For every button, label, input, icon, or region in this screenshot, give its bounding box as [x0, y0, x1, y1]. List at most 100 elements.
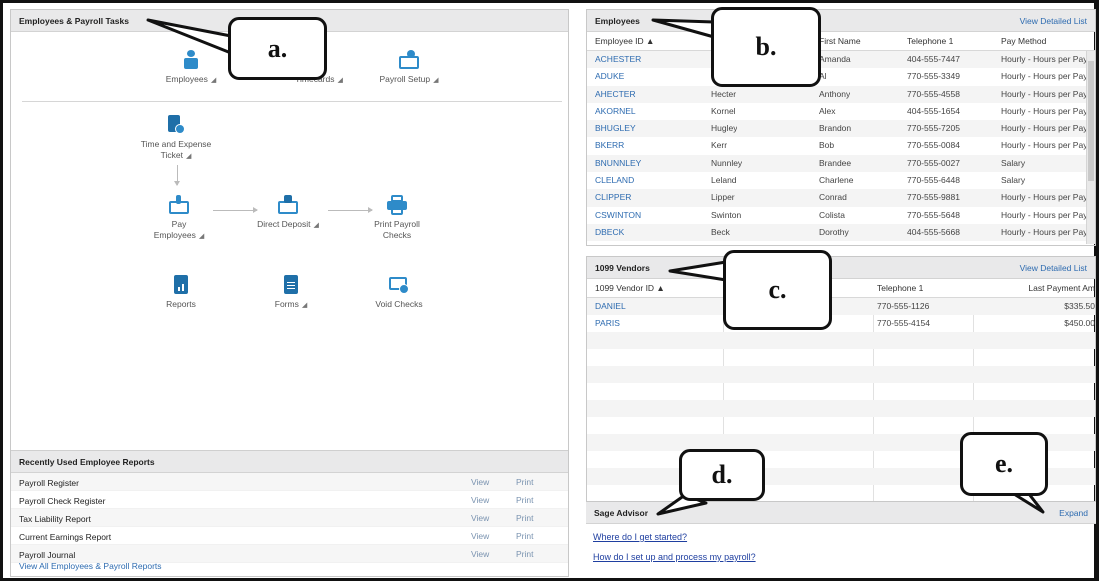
table-cell: 770-555-1126 — [877, 301, 930, 311]
report-name[interactable]: Current Earnings Report — [19, 532, 111, 542]
table-cell: 404-555-5668 — [907, 226, 960, 237]
employees-column-header[interactable]: Telephone 1 — [907, 36, 953, 46]
table-row[interactable]: AKORNEL Kornel Alex 404-555-1654 Hourly - Ho… — [587, 103, 1095, 120]
task-reports[interactable]: Reports — [151, 275, 211, 310]
employee-id-link[interactable]: CLELAND — [595, 175, 634, 185]
caret-icon: ◢ — [198, 233, 205, 240]
table-cell: Lipper — [711, 192, 735, 203]
report-name[interactable]: Payroll Journal — [19, 550, 75, 560]
report-print-link[interactable]: Print — [516, 513, 533, 523]
sage-link-get-started[interactable]: Where do I get started? — [593, 532, 1096, 542]
table-cell: 770-555-9881 — [907, 192, 960, 203]
recent-reports-panel: Recently Used Employee Reports Payroll R… — [11, 450, 568, 577]
report-view-link[interactable]: View — [471, 531, 489, 541]
table-cell: Kerr — [711, 140, 728, 151]
task-employees[interactable]: Employees ◢ — [156, 50, 226, 86]
empty-row — [587, 349, 1095, 366]
vendor-id-link[interactable]: PARIS — [595, 318, 620, 328]
vendors-view-detailed-link[interactable]: View Detailed List — [1020, 263, 1087, 273]
empty-row — [587, 400, 1095, 417]
employees-column-header[interactable]: Pay Method — [1001, 36, 1046, 46]
report-print-link[interactable]: Print — [516, 495, 533, 505]
report-name[interactable]: Tax Liability Report — [19, 514, 91, 524]
table-row[interactable]: PARIS 770-555-4154 $450.00 — [587, 315, 1095, 332]
report-row[interactable]: Tax Liability Report View Print — [11, 509, 568, 527]
task-pay-employees[interactable]: Pay Employees ◢ — [148, 195, 210, 242]
report-row[interactable]: Payroll Register View Print — [11, 473, 568, 491]
report-row[interactable]: Current Earnings Report View Print — [11, 527, 568, 545]
void-check-icon — [389, 275, 409, 295]
sage-advisor-header: Sage Advisor Expand — [586, 502, 1096, 524]
callout-d: d. — [679, 449, 765, 501]
employee-id-link[interactable]: BNUNNLEY — [595, 158, 641, 168]
table-cell: Hourly - Hours per Pay Pe — [1001, 105, 1087, 116]
task-direct-deposit[interactable]: Direct Deposit ◢ — [251, 195, 325, 231]
sage-expand-link[interactable]: Expand — [1059, 508, 1088, 518]
table-row[interactable]: DANIEL 770-555-1126 $335.50 — [587, 298, 1095, 315]
employees-scrollbar[interactable] — [1086, 51, 1095, 244]
table-row[interactable]: CLELAND Leland Charlene 770-555-6448 Salary — [587, 172, 1095, 189]
table-cell: Nunnley — [711, 157, 743, 168]
table-row[interactable]: ADUKEDukeAl770-555-3349Hourly - Hours pe… — [587, 68, 1095, 85]
table-cell: Amanda — [819, 54, 851, 64]
callout-e: e. — [960, 432, 1048, 496]
employee-id-link[interactable]: BHUGLEY — [595, 123, 636, 133]
table-row[interactable]: CSWINTON Swinton Colista 770-555-5648 Hourly… — [587, 207, 1095, 224]
table-cell: Hourly - Hours per Pay Pe — [1001, 192, 1087, 203]
divider — [22, 101, 562, 102]
task-reports-label: Reports — [166, 299, 196, 309]
sage-link-setup-payroll[interactable]: How do I set up and process my payroll? — [593, 552, 1096, 562]
table-row[interactable]: CLIPPER Lipper Conrad 770-555-9881 Hourly - … — [587, 189, 1095, 207]
employee-id-link[interactable]: BKERR — [595, 140, 624, 150]
callout-b: b. — [711, 7, 821, 87]
table-cell: Bob — [819, 140, 835, 151]
table-row[interactable]: DBECK Beck Dorothy 404-555-5668 Hourly - Hou… — [587, 223, 1095, 242]
task-forms[interactable]: Forms ◢ — [261, 275, 321, 311]
table-cell: Salary — [1001, 157, 1026, 168]
task-void-checks[interactable]: Void Checks — [364, 275, 434, 310]
report-print-link[interactable]: Print — [516, 531, 533, 541]
table-row[interactable]: ACHESTERChesterAmanda404-555-7447Hourly … — [587, 51, 1095, 69]
report-view-link[interactable]: View — [471, 495, 489, 505]
table-row[interactable]: BKERR Kerr Bob 770-555-0084 Hourly - Hours p… — [587, 137, 1095, 154]
employee-id-link[interactable]: CSWINTON — [595, 210, 641, 220]
vendors-column-header[interactable]: Last Payment Am — [995, 283, 1095, 293]
table-row[interactable]: BNUNNLEY Nunnley Brandee 770-555-0027 Salary — [587, 154, 1095, 173]
task-void-checks-label: Void Checks — [375, 299, 423, 309]
task-time-expense-ticket[interactable]: Time and Expense Ticket ◢ — [133, 115, 219, 162]
employee-id-link[interactable]: ADUKE — [595, 71, 624, 81]
task-direct-deposit-label: Direct Deposit — [257, 219, 311, 229]
table-row[interactable]: BHUGLEY Hugley Brandon 770-555-7205 Hourly -… — [587, 120, 1095, 138]
employee-id-link[interactable]: AHECTER — [595, 89, 636, 99]
employee-id-link[interactable]: ACHESTER — [595, 54, 641, 64]
report-view-link[interactable]: View — [471, 513, 489, 523]
report-view-link[interactable]: View — [471, 549, 489, 559]
employee-id-link[interactable]: AKORNEL — [595, 106, 636, 116]
table-cell: 770-555-5648 — [907, 209, 960, 220]
task-print-payroll-checks[interactable]: Print Payroll Checks — [365, 195, 429, 241]
employees-column-header[interactable]: First Name — [819, 36, 861, 46]
vendors-column-header[interactable]: Telephone 1 — [877, 283, 923, 293]
report-view-link[interactable]: View — [471, 477, 489, 487]
table-cell: Hecter — [711, 88, 737, 99]
view-all-reports-link[interactable]: View All Employees & Payroll Reports — [19, 561, 162, 571]
task-payroll-setup[interactable]: Payroll Setup ◢ — [369, 50, 449, 86]
report-name[interactable]: Payroll Register — [19, 478, 79, 488]
employees-view-detailed-link[interactable]: View Detailed List — [1020, 16, 1087, 26]
scrollbar-thumb[interactable] — [1088, 61, 1094, 181]
table-row[interactable]: AHECTER Hecter Anthony 770-555-4558 Hourly -… — [587, 85, 1095, 103]
task-time-expense-label: Time and Expense Ticket — [140, 139, 212, 160]
employee-id-link[interactable]: CLIPPER — [595, 192, 631, 202]
vendor-id-link[interactable]: DANIEL — [595, 301, 626, 311]
vendors-column-header[interactable]: 1099 Vendor ID ▲ — [595, 283, 665, 293]
employee-id-link[interactable]: DBECK — [595, 227, 624, 237]
employees-column-header[interactable]: Employee ID ▲ — [595, 36, 654, 46]
empty-row — [587, 332, 1095, 349]
table-cell: 770-555-3349 — [907, 71, 960, 82]
report-print-link[interactable]: Print — [516, 477, 533, 487]
report-print-link[interactable]: Print — [516, 549, 533, 559]
report-name[interactable]: Payroll Check Register — [19, 496, 105, 506]
table-cell: Brandon — [819, 123, 852, 134]
report-row[interactable]: Payroll Check Register View Print — [11, 491, 568, 509]
table-cell: Hourly - Hours per Pay Pe — [1001, 123, 1087, 134]
